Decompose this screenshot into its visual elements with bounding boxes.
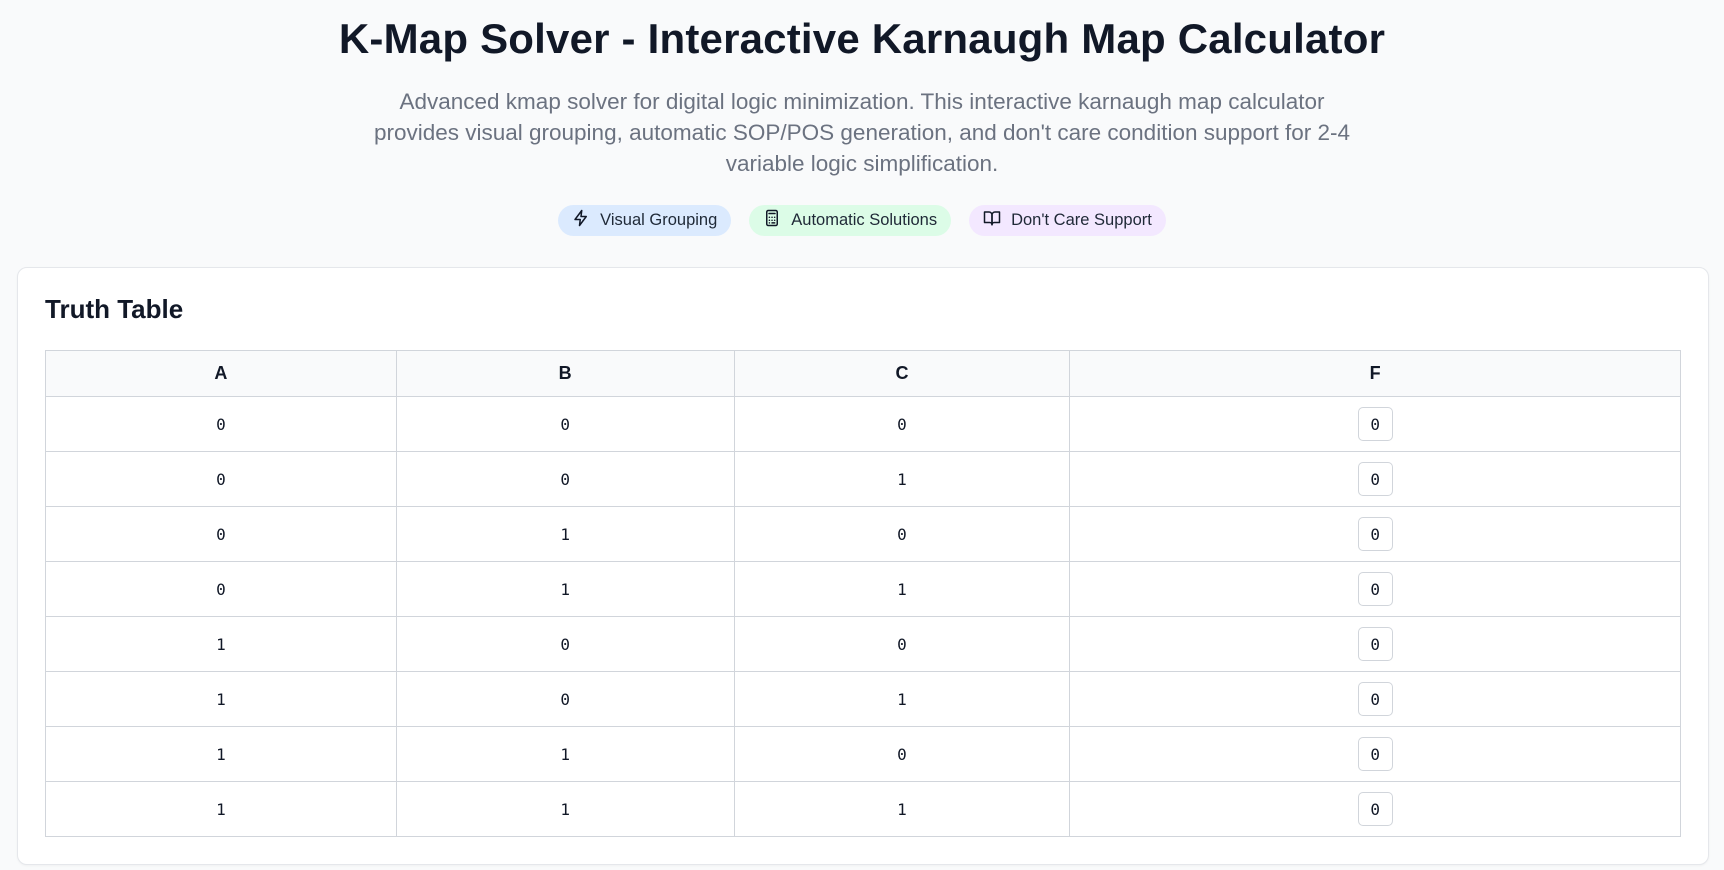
badge-label: Don't Care Support [1011,211,1152,229]
lightning-icon [572,209,590,232]
calculator-icon [763,209,781,232]
output-toggle-button[interactable]: 0 [1357,462,1393,496]
cell-b: 1 [395,561,735,617]
cell-b: 0 [395,396,735,452]
cell-f: 0 [1069,671,1681,727]
cell-a: 1 [45,726,397,782]
cell-b: 0 [395,616,735,672]
cell-b: 0 [395,451,735,507]
badge-label: Automatic Solutions [791,211,938,229]
cell-f: 0 [1069,451,1681,507]
output-toggle-button[interactable]: 0 [1357,627,1393,661]
badge-dont-care-support: Don't Care Support [969,205,1166,236]
badge-visual-grouping: Visual Grouping [558,205,732,236]
table-row: 1 1 1 0 [45,781,1681,837]
cell-b: 1 [395,726,735,782]
cell-f: 0 [1069,396,1681,452]
badge-automatic-solutions: Automatic Solutions [749,205,952,236]
cell-c: 0 [733,616,1071,672]
table-row: 0 0 1 0 [45,451,1681,507]
page-description: Advanced kmap solver for digital logic m… [373,89,1351,176]
cell-c: 0 [733,726,1071,782]
cell-c: 1 [733,451,1071,507]
table-row: 1 0 1 0 [45,671,1681,727]
column-header-f: F [1069,350,1681,397]
truth-table-card: Truth Table A B C F 0 0 0 0 0 0 1 0 0 1 … [17,267,1709,865]
cell-c: 0 [733,506,1071,562]
cell-c: 0 [733,396,1071,452]
feature-badges: Visual Grouping Automatic Solutions Don'… [0,205,1724,236]
cell-b: 1 [395,781,735,837]
cell-f: 0 [1069,726,1681,782]
output-toggle-button[interactable]: 0 [1357,737,1393,771]
column-header-b: B [395,350,735,397]
cell-a: 0 [45,561,397,617]
page: K-Map Solver - Interactive Karnaugh Map … [0,0,1724,870]
cell-b: 1 [395,506,735,562]
table-row: 0 1 0 0 [45,506,1681,562]
cell-f: 0 [1069,506,1681,562]
cell-f: 0 [1069,616,1681,672]
cell-f: 0 [1069,561,1681,617]
badge-label: Visual Grouping [600,211,718,229]
cell-a: 1 [45,781,397,837]
table-row: 1 0 0 0 [45,616,1681,672]
truth-table: A B C F 0 0 0 0 0 0 1 0 0 1 0 0 0 1 1 0 … [45,350,1681,837]
cell-a: 0 [45,396,397,452]
truth-table-title: Truth Table [45,294,184,324]
table-row: 0 1 1 0 [45,561,1681,617]
cell-a: 1 [45,616,397,672]
cell-b: 0 [395,671,735,727]
table-row: 1 1 0 0 [45,726,1681,782]
cell-f: 0 [1069,781,1681,837]
output-toggle-button[interactable]: 0 [1357,792,1393,826]
page-title: K-Map Solver - Interactive Karnaugh Map … [338,15,1386,62]
output-toggle-button[interactable]: 0 [1357,407,1393,441]
column-header-c: C [733,350,1071,397]
column-header-a: A [45,350,397,397]
output-toggle-button[interactable]: 0 [1357,572,1393,606]
book-icon [983,209,1001,232]
cell-a: 1 [45,671,397,727]
table-row: 0 0 0 0 [45,396,1681,452]
hero-header: K-Map Solver - Interactive Karnaugh Map … [0,0,1724,236]
cell-a: 0 [45,506,397,562]
cell-c: 1 [733,781,1071,837]
cell-c: 1 [733,671,1071,727]
cell-c: 1 [733,561,1071,617]
table-header-row: A B C F [45,350,1681,397]
cell-a: 0 [45,451,397,507]
output-toggle-button[interactable]: 0 [1357,682,1393,716]
output-toggle-button[interactable]: 0 [1357,517,1393,551]
